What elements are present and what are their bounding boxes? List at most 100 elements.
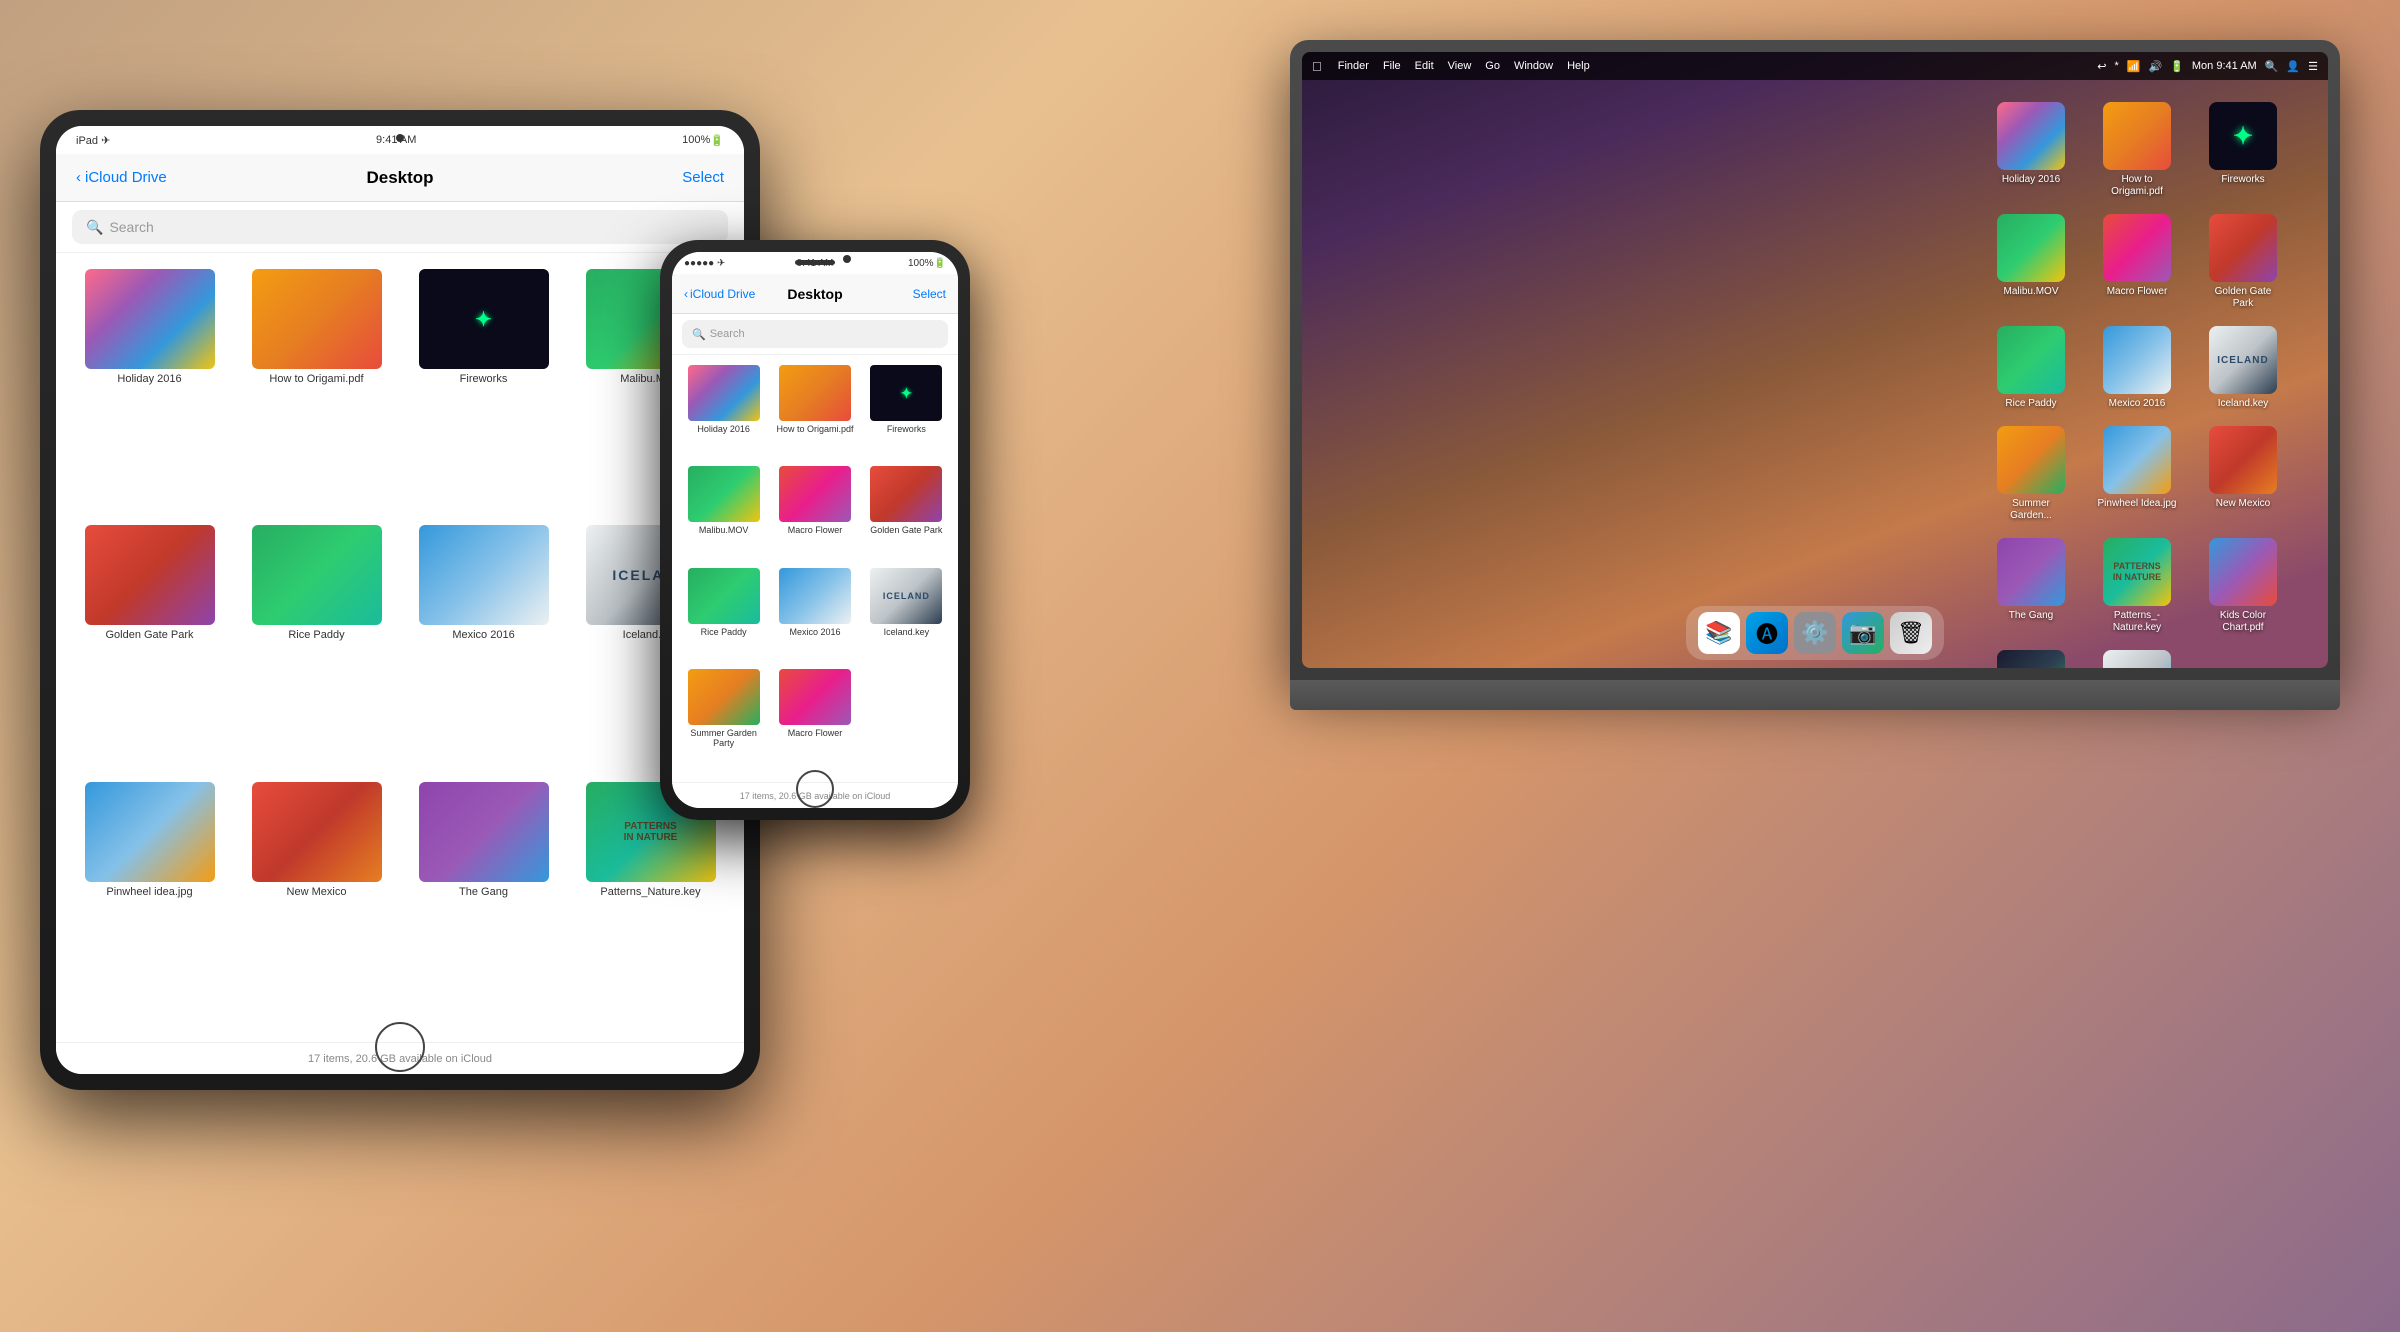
ipad-file-grid: Holiday 2016How to Origami.pdf✦Fireworks… <box>56 253 744 1042</box>
desktop-icon-malibu[interactable]: Malibu.MOV <box>1986 214 2076 310</box>
icon-thumb-fireworks: ✦ <box>2209 102 2277 170</box>
dock-trash[interactable]: 🗑 <box>1890 612 1932 654</box>
iphone-back-label[interactable]: iCloud Drive <box>690 287 755 301</box>
desktop-icon-newmexico[interactable]: New Mexico <box>2198 426 2288 522</box>
iphone-thumb: ✦ <box>870 365 942 421</box>
iphone-item-label: Iceland.key <box>884 627 930 637</box>
iphone-item[interactable]: Summer Garden Party <box>682 669 765 772</box>
desktop-icon-iceland[interactable]: ICELANDIceland.key <box>2198 326 2288 410</box>
iphone-item[interactable]: ✦Fireworks <box>865 365 948 458</box>
ipad-back-label[interactable]: iCloud Drive <box>85 169 167 186</box>
iphone-item[interactable]: Mexico 2016 <box>773 568 856 661</box>
apple-menu-icon[interactable]:  <box>1312 59 1322 74</box>
icon-label-kids: Kids Color Chart.pdf <box>2203 610 2283 634</box>
iphone-camera <box>843 255 851 263</box>
ipad-thumb <box>85 525 215 625</box>
ipad-home-button[interactable] <box>375 1022 425 1072</box>
icon-label-iceland: Iceland.key <box>2218 398 2269 410</box>
desktop-icon-how-origami[interactable]: How to Origami.pdf <box>2092 102 2182 198</box>
menu-go[interactable]: Go <box>1485 60 1500 72</box>
desktop-icon-holiday2016[interactable]: Holiday 2016 <box>1986 102 2076 198</box>
iphone-navbar: ‹ iCloud Drive Desktop Select <box>672 274 958 314</box>
ipad-thumb <box>85 782 215 882</box>
search-icon[interactable]: 🔍 <box>2265 60 2279 73</box>
icon-thumb-forest <box>1997 650 2065 668</box>
iphone-item[interactable]: Macro Flower <box>773 669 856 772</box>
dock-settings[interactable]: ⚙️ <box>1794 612 1836 654</box>
iphone-item[interactable]: Rice Paddy <box>682 568 765 661</box>
iphone-item[interactable]: Malibu.MOV <box>682 466 765 559</box>
iphone-home-button[interactable] <box>796 770 834 808</box>
desktop-icon-forest[interactable]: Forest <box>1986 650 2076 668</box>
icon-label-how-origami: How to Origami.pdf <box>2097 174 2177 198</box>
iphone-thumb <box>779 669 851 725</box>
iphone-item[interactable]: Macro Flower <box>773 466 856 559</box>
menu-file[interactable]: File <box>1383 60 1401 72</box>
iphone-search-bar[interactable]: 🔍 Search <box>682 320 948 348</box>
menu-finder[interactable]: Finder <box>1338 60 1369 72</box>
dock-appstore[interactable]: 🅐 <box>1746 612 1788 654</box>
iphone-search-container: 🔍 Search <box>672 314 958 355</box>
macbook-base <box>1290 680 2340 710</box>
menu-edit[interactable]: Edit <box>1415 60 1434 72</box>
iphone-search-placeholder: Search <box>710 328 745 340</box>
list-icon[interactable]: ☰ <box>2308 60 2318 73</box>
ipad-search-container: 🔍 Search <box>56 202 744 253</box>
mac-dock: 📚 🅐 ⚙️ 📷 🗑 <box>1686 606 1944 660</box>
iphone-select-button[interactable]: Select <box>913 287 946 301</box>
iphone-item[interactable]: Golden Gate Park <box>865 466 948 559</box>
desktop-icon-patterns[interactable]: PATTERNSIN NATUREPatterns_- Nature.key <box>2092 538 2182 634</box>
ipad-battery: 100% <box>682 134 710 146</box>
desktop-icon-pinwheel[interactable]: Pinwheel Idea.jpg <box>2092 426 2182 522</box>
ipad-select-button[interactable]: Select <box>682 169 724 186</box>
desktop-icon-artofsign[interactable]: The Art of Sign Painting.pages <box>2092 650 2182 668</box>
iphone-status-left: ●●●●● ✈ <box>684 258 725 269</box>
dock-books[interactable]: 📚 <box>1698 612 1740 654</box>
iphone-thumb <box>688 568 760 624</box>
desktop-icon-kids[interactable]: Kids Color Chart.pdf <box>2198 538 2288 634</box>
ipad-item-label: Patterns_Nature.key <box>600 886 700 898</box>
macbook-menubar:  Finder File Edit View Go Window Help ↩… <box>1302 52 2328 80</box>
ipad-item[interactable]: ✦Fireworks <box>406 269 561 513</box>
icon-thumb-newmexico <box>2209 426 2277 494</box>
desktop-icon-summer[interactable]: Summer Garden... <box>1986 426 2076 522</box>
menu-help[interactable]: Help <box>1567 60 1590 72</box>
iphone-nav-title: Desktop <box>787 286 842 302</box>
desktop-icon-goldengate[interactable]: Golden Gate Park <box>2198 214 2288 310</box>
ipad-item[interactable]: Holiday 2016 <box>72 269 227 513</box>
desktop-icon-fireworks[interactable]: ✦Fireworks <box>2198 102 2288 198</box>
iphone-back-button[interactable]: ‹ iCloud Drive <box>684 287 755 301</box>
ipad-item[interactable]: Golden Gate Park <box>72 525 227 769</box>
ipad-item[interactable]: Mexico 2016 <box>406 525 561 769</box>
iphone-item-label: Macro Flower <box>788 728 843 738</box>
macbook:  Finder File Edit View Go Window Help ↩… <box>1290 40 2340 720</box>
menu-view[interactable]: View <box>1448 60 1472 72</box>
desktop-icon-gang[interactable]: The Gang <box>1986 538 2076 634</box>
iphone-item-label: Holiday 2016 <box>697 424 750 434</box>
ipad-item[interactable]: Pinwheel idea.jpg <box>72 782 227 1026</box>
icon-thumb-summer <box>1997 426 2065 494</box>
ipad-item[interactable]: How to Origami.pdf <box>239 269 394 513</box>
icon-thumb-kids <box>2209 538 2277 606</box>
iphone-statusbar: ●●●●● ✈ 9:41 AM 100% 🔋 <box>672 252 958 274</box>
icon-label-goldengate: Golden Gate Park <box>2203 286 2283 310</box>
ipad-thumb <box>252 525 382 625</box>
ipad-thumb <box>252 782 382 882</box>
ipad-item[interactable]: Rice Paddy <box>239 525 394 769</box>
desktop-icon-mexico[interactable]: Mexico 2016 <box>2092 326 2182 410</box>
ipad-nav-title: Desktop <box>366 168 433 188</box>
iphone-item[interactable]: How to Origami.pdf <box>773 365 856 458</box>
ipad-item[interactable]: New Mexico <box>239 782 394 1026</box>
desktop-icon-macro[interactable]: Macro Flower <box>2092 214 2182 310</box>
desktop-icon-ricepaddy[interactable]: Rice Paddy <box>1986 326 2076 410</box>
iphone-item[interactable]: Holiday 2016 <box>682 365 765 458</box>
menu-window[interactable]: Window <box>1514 60 1553 72</box>
ipad-search-bar[interactable]: 🔍 Search <box>72 210 728 244</box>
ipad-item[interactable]: The Gang <box>406 782 561 1026</box>
dock-photos[interactable]: 📷 <box>1842 612 1884 654</box>
icon-thumb-patterns: PATTERNSIN NATURE <box>2103 538 2171 606</box>
iphone-item[interactable]: ICELANDIceland.key <box>865 568 948 661</box>
user-icon[interactable]: 👤 <box>2286 60 2300 73</box>
icon-thumb-holiday2016 <box>1997 102 2065 170</box>
ipad-back-button[interactable]: ‹ iCloud Drive <box>76 169 167 186</box>
